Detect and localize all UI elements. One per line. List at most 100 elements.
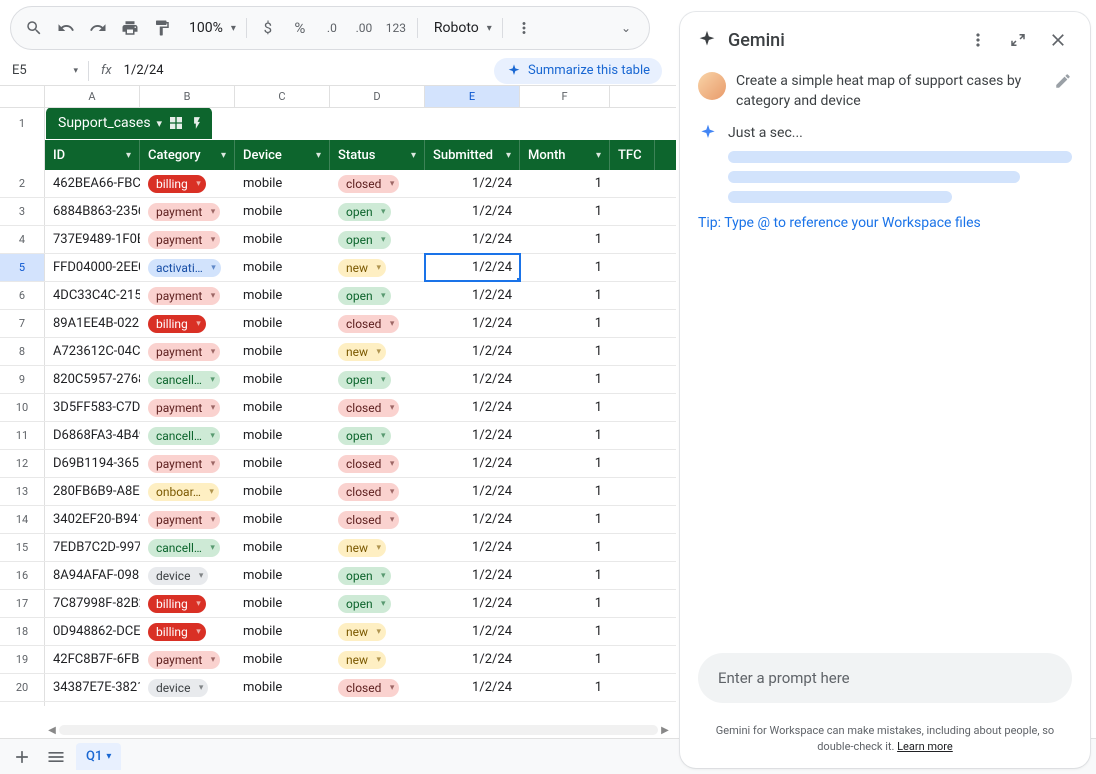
- cell-id[interactable]: FFD04000-2EE0: [45, 254, 140, 281]
- category-chip[interactable]: payment: [148, 287, 220, 305]
- cell-id[interactable]: 0D948862-DCE2: [45, 618, 140, 645]
- cell-submitted[interactable]: 1/2/24: [425, 366, 520, 393]
- undo-icon[interactable]: [51, 13, 81, 43]
- cell-month[interactable]: 1: [520, 422, 610, 449]
- cell-id[interactable]: 462BEA66-FBC4: [45, 170, 140, 197]
- row-number[interactable]: 14: [0, 506, 45, 533]
- cell-status[interactable]: new: [330, 338, 425, 365]
- cell-category[interactable]: cancell…: [140, 534, 235, 561]
- redo-icon[interactable]: [83, 13, 113, 43]
- cell-submitted[interactable]: 1/2/24: [425, 562, 520, 589]
- cell-submitted[interactable]: 1/2/24: [425, 674, 520, 701]
- cell-category[interactable]: billing: [140, 170, 235, 197]
- cell-device[interactable]: mobile: [235, 170, 330, 197]
- cell-month[interactable]: 1: [520, 310, 610, 337]
- category-chip[interactable]: payment: [148, 455, 220, 473]
- cell-status[interactable]: open: [330, 590, 425, 617]
- cell-month[interactable]: 1: [520, 702, 610, 706]
- cell-submitted[interactable]: 1/2/24: [425, 254, 520, 281]
- cell-status[interactable]: new: [330, 254, 425, 281]
- zoom-dropdown[interactable]: 100%▾: [179, 20, 240, 36]
- row-number[interactable]: 2: [0, 170, 45, 197]
- learn-more-link[interactable]: Learn more: [897, 740, 953, 753]
- cell-id[interactable]: 820C5957-2768: [45, 366, 140, 393]
- cell-month[interactable]: 1: [520, 506, 610, 533]
- cell-category[interactable]: payment: [140, 282, 235, 309]
- status-chip[interactable]: closed: [338, 455, 399, 473]
- cell-submitted[interactable]: 1/2/24: [425, 478, 520, 505]
- format-number-icon[interactable]: 123: [381, 13, 411, 43]
- horizontal-scrollbar[interactable]: ◀ ▶: [45, 724, 672, 736]
- cell-id[interactable]: 8A94AFAF-0985: [45, 562, 140, 589]
- cell-device[interactable]: mobile: [235, 618, 330, 645]
- cell-month[interactable]: 1: [520, 646, 610, 673]
- cell-id[interactable]: 89A1EE4B-0221: [45, 310, 140, 337]
- category-chip[interactable]: billing: [148, 315, 206, 333]
- header-month[interactable]: Month▾: [520, 140, 610, 170]
- cell-submitted[interactable]: 1/2/24: [425, 506, 520, 533]
- row-number[interactable]: 6: [0, 282, 45, 309]
- status-chip[interactable]: open: [338, 371, 391, 389]
- category-chip[interactable]: onboar…: [148, 483, 219, 501]
- cell-status[interactable]: open: [330, 198, 425, 225]
- row-number[interactable]: 9: [0, 366, 45, 393]
- cell-device[interactable]: mobile: [235, 422, 330, 449]
- cell-id[interactable]: 7C87998F-82B2: [45, 590, 140, 617]
- cell-month[interactable]: 1: [520, 394, 610, 421]
- cell-submitted[interactable]: 1/2/24: [425, 422, 520, 449]
- cell-id[interactable]: D69B1194-365E: [45, 450, 140, 477]
- cell-category[interactable]: payment: [140, 394, 235, 421]
- row-number[interactable]: 18: [0, 618, 45, 645]
- category-chip[interactable]: device: [148, 567, 208, 585]
- cell-device[interactable]: mobile: [235, 674, 330, 701]
- table-tab-chip[interactable]: Support_cases ▾: [46, 108, 212, 139]
- category-chip[interactable]: billing: [148, 595, 206, 613]
- select-all-corner[interactable]: [0, 86, 45, 107]
- cell-month[interactable]: 1: [520, 170, 610, 197]
- increase-decimal-icon[interactable]: .00: [349, 13, 379, 43]
- cell-status[interactable]: new: [330, 618, 425, 645]
- status-chip[interactable]: open: [338, 231, 391, 249]
- status-chip[interactable]: closed: [338, 511, 399, 529]
- more-vert-icon[interactable]: [962, 24, 994, 56]
- decrease-decimal-icon[interactable]: .0: [317, 13, 347, 43]
- cell-id[interactable]: 7EDB7C2D-997B: [45, 534, 140, 561]
- row-number[interactable]: 5: [0, 254, 45, 281]
- cell-submitted[interactable]: 1/2/24: [425, 534, 520, 561]
- table-grid-icon[interactable]: [168, 115, 184, 131]
- cell-id[interactable]: 34387E7E-3821: [45, 674, 140, 701]
- row-1-header[interactable]: 1: [0, 108, 45, 140]
- status-chip[interactable]: new: [338, 343, 386, 361]
- category-chip[interactable]: payment: [148, 651, 220, 669]
- cell-id[interactable]: 737E9489-1F0E: [45, 226, 140, 253]
- cell-category[interactable]: payment: [140, 226, 235, 253]
- cell-category[interactable]: device: [140, 674, 235, 701]
- scroll-left-icon[interactable]: ◀: [45, 725, 59, 736]
- cell-id[interactable]: 3D5FF583-C7DF: [45, 394, 140, 421]
- cell-submitted[interactable]: 1/2/24: [425, 282, 520, 309]
- row-number[interactable]: 4: [0, 226, 45, 253]
- status-chip[interactable]: new: [338, 259, 386, 277]
- cell-status[interactable]: closed: [330, 478, 425, 505]
- col-f[interactable]: F: [520, 86, 610, 107]
- paint-format-icon[interactable]: [147, 13, 177, 43]
- cell-category[interactable]: payment: [140, 198, 235, 225]
- collapse-toolbar-icon[interactable]: ⌄: [611, 13, 641, 43]
- add-sheet-button[interactable]: [8, 743, 36, 771]
- status-chip[interactable]: new: [338, 651, 386, 669]
- cell-device[interactable]: mobile: [235, 450, 330, 477]
- category-chip[interactable]: payment: [148, 399, 220, 417]
- status-chip[interactable]: open: [338, 567, 391, 585]
- cell-month[interactable]: 1: [520, 674, 610, 701]
- status-chip[interactable]: open: [338, 595, 391, 613]
- cell-category[interactable]: billing: [140, 618, 235, 645]
- row-number[interactable]: 7: [0, 310, 45, 337]
- cell-month[interactable]: 1: [520, 534, 610, 561]
- row-number[interactable]: 13: [0, 478, 45, 505]
- cell-device[interactable]: mobile: [235, 394, 330, 421]
- cell-status[interactable]: open: [330, 282, 425, 309]
- header-status[interactable]: Status▾: [330, 140, 425, 170]
- status-chip[interactable]: open: [338, 287, 391, 305]
- edit-prompt-icon[interactable]: [1054, 72, 1072, 90]
- cell-submitted[interactable]: 1/2/24: [425, 170, 520, 197]
